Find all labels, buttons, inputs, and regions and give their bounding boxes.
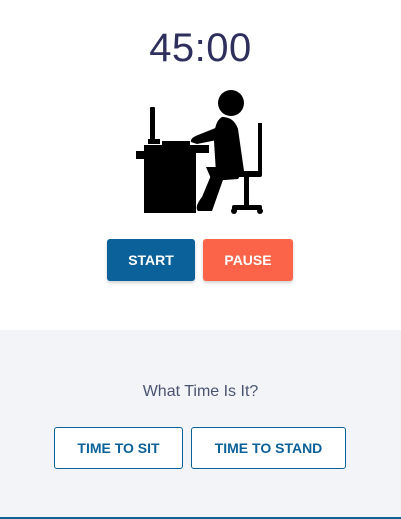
standing-desk-timer-app: 45:00 START PAUSE What Time Is It? TIME …	[0, 0, 401, 519]
mode-section: What Time Is It? TIME TO SIT TIME TO STA…	[0, 330, 401, 519]
mode-question: What Time Is It?	[142, 383, 259, 400]
start-button[interactable]: START	[107, 239, 195, 281]
timer-section: 45:00 START PAUSE	[0, 0, 401, 330]
person-sitting-at-desk-icon	[134, 87, 266, 215]
time-to-sit-button[interactable]: TIME TO SIT	[54, 427, 183, 469]
pause-button[interactable]: PAUSE	[203, 239, 293, 281]
time-to-stand-button[interactable]: TIME TO STAND	[191, 427, 346, 469]
timer-display: 45:00	[149, 26, 252, 70]
